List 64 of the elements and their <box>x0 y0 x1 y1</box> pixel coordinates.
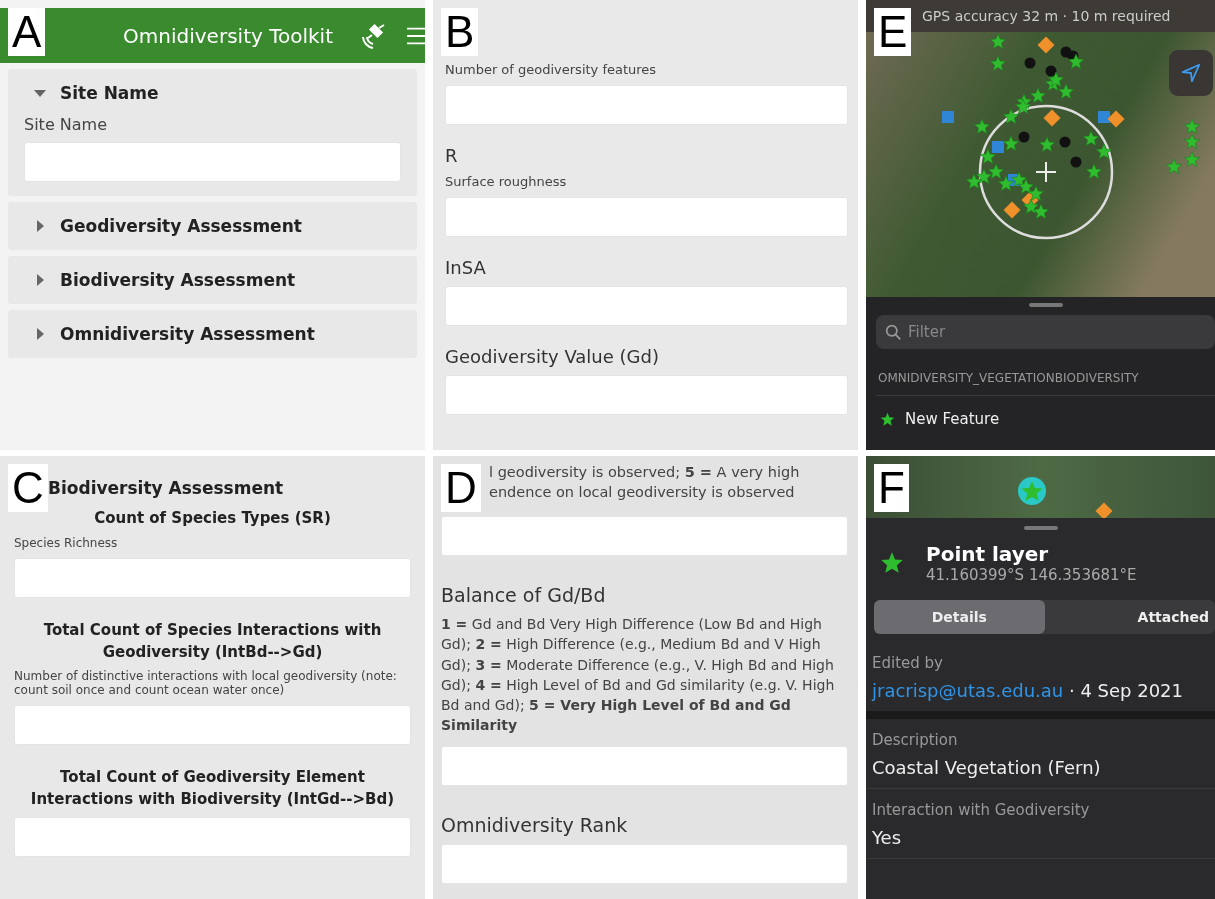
tab[interactable]: Attached <box>1044 600 1215 634</box>
field-title: Count of Species Types (SR) <box>93 508 332 529</box>
section-title[interactable]: Site Name <box>60 83 159 103</box>
panel-letter: D <box>441 464 481 512</box>
drag-handle[interactable] <box>1023 526 1058 530</box>
attribute-value: Yes <box>872 827 903 848</box>
filter-field[interactable]: Filter <box>876 315 1215 349</box>
app-title: Omnidiversity Toolkit <box>123 23 333 48</box>
field-description: Species Richness <box>14 535 119 550</box>
input-field[interactable] <box>445 286 848 326</box>
input-field[interactable] <box>14 705 411 746</box>
section-title[interactable]: Biodiversity Assessment <box>60 270 296 290</box>
input-field[interactable] <box>14 557 411 598</box>
attribute-label: Description <box>872 731 959 749</box>
caret-right-icon[interactable] <box>34 220 46 232</box>
field-title: Omnidiversity Rank <box>441 813 629 836</box>
panel-letter: E <box>874 8 912 56</box>
field-title: Geodiversity Value (Gd) <box>445 346 660 367</box>
search-icon <box>885 324 902 341</box>
feature-item[interactable]: New Feature <box>905 410 1000 428</box>
field-title: InSA <box>445 257 487 278</box>
attribute-label: Edited by <box>872 654 944 672</box>
panel-letter: A <box>8 8 46 56</box>
input-field[interactable] <box>441 745 848 786</box>
field-title: Total Count of Species Interactions with Geodiversity (IntBd-->Gd) <box>42 619 383 663</box>
section-title[interactable]: Geodiversity Assessment <box>60 216 302 236</box>
feature-title: Point layer <box>926 542 1050 566</box>
caret-right-icon[interactable] <box>34 274 46 286</box>
coordinates-text: 41.160399°S 146.353681°E <box>926 566 1137 584</box>
attribute-value: Coastal Vegetation (Fern) <box>872 757 1102 778</box>
edit-date: · 4 Sep 2021 <box>1068 680 1183 701</box>
section-title: Biodiversity Assessment <box>48 478 284 498</box>
input-field[interactable] <box>445 197 848 237</box>
input-field[interactable] <box>441 843 848 884</box>
editor-email-link[interactable]: jracrisp@utas.edu.au <box>872 680 1064 701</box>
field-label: Site Name <box>24 115 108 134</box>
star-icon <box>880 411 895 427</box>
field-title: Total Count of Geodiversity Element Interactions with Biodiversity (IntGd-->Bd) <box>29 767 396 810</box>
field-title: R <box>445 145 459 166</box>
attribute-label: Interaction with Geodiversity <box>872 801 1091 819</box>
panel-letter: C <box>8 464 48 512</box>
navigation-arrow-icon <box>1180 62 1202 84</box>
star-icon <box>880 551 904 575</box>
field-description: Surface roughness <box>445 174 568 189</box>
tab[interactable]: Details <box>874 600 1045 634</box>
section-title[interactable]: Omnidiversity Assessment <box>60 324 315 344</box>
field-description: Number of distinctive interactions with local geodiversity (note: count soil once and count ocean water once) <box>14 669 398 698</box>
caret-right-icon[interactable] <box>34 328 46 340</box>
panel-letter: B <box>441 8 479 56</box>
field-description: l geodiversity is observed; 5 = A very high endence on local geodiversity is observed <box>489 463 801 503</box>
input-field[interactable] <box>14 816 411 857</box>
input-field[interactable] <box>441 516 848 556</box>
locate-button[interactable] <box>1169 50 1213 96</box>
satellite-icon[interactable] <box>359 21 387 50</box>
input-field[interactable] <box>445 85 848 125</box>
field-description: Number of geodiversity features <box>445 62 658 77</box>
input-field[interactable] <box>445 375 848 415</box>
input-field[interactable] <box>24 142 401 182</box>
field-description: 1 = Gd and Bd Very High Difference (Low Bd and High Gd); 2 = High Difference (e.g., Medium Bd and V High Gd); 3 = Moderate Difference (e.g., V. High Bd and High Gd); 4 = High Level of Bd and Gd similarity (e.g. V. High Bd and Gd); 5 = Very High Level of Bd and Gd Similarity <box>441 615 836 736</box>
panel-letter: F <box>874 464 909 512</box>
caret-down-icon[interactable] <box>34 87 46 99</box>
field-title: Balance of Gd/Bd <box>441 584 607 606</box>
drag-handle[interactable] <box>1028 303 1063 307</box>
layer-header: OMNIDIVERSITY_VEGETATIONBIODIVERSITY <box>876 349 1215 396</box>
